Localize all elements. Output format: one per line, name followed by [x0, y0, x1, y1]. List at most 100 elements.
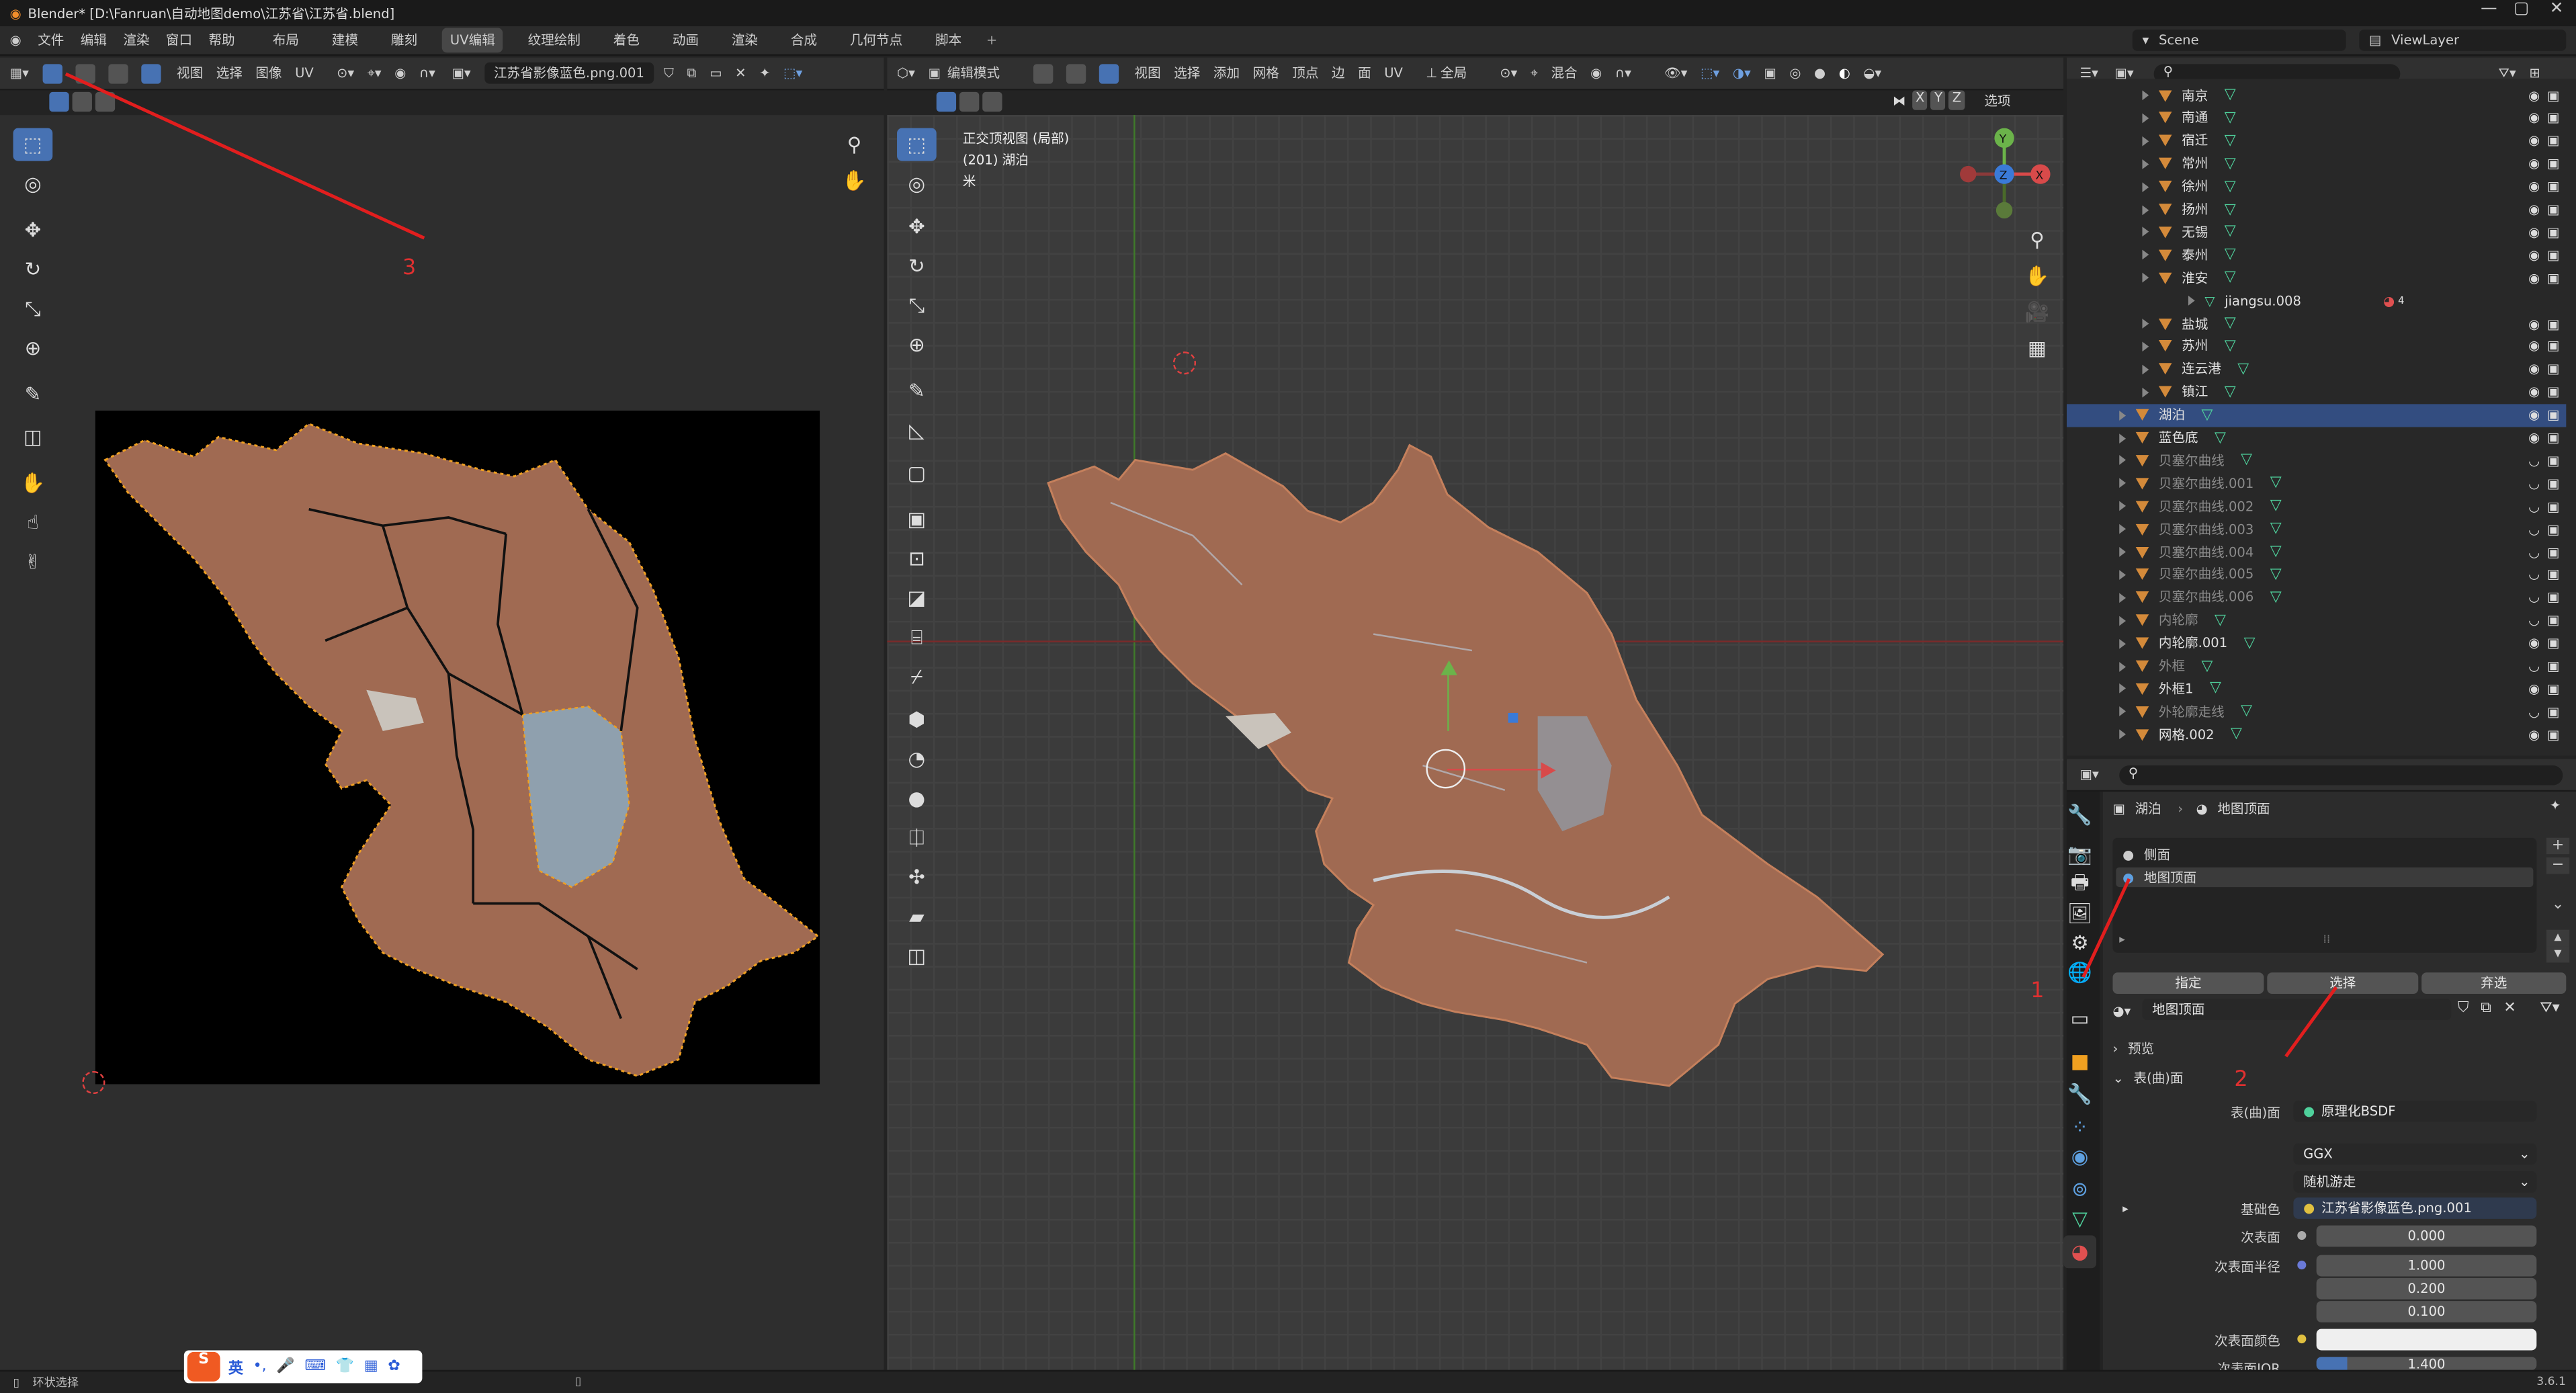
outliner-row[interactable]: 无锡 ▽ ◉ ▣ — [2067, 221, 2566, 244]
shrink-tool-icon[interactable]: ✣ — [897, 861, 937, 894]
ime-skin-icon[interactable]: 👕 — [336, 1359, 354, 1375]
mesh-data-icon[interactable]: ▽ — [2215, 429, 2226, 446]
visibility-eye-icon[interactable]: ◉ — [2528, 225, 2540, 240]
gizmo-center-icon[interactable] — [1426, 749, 1466, 789]
render-camera-icon[interactable]: ▣ — [2547, 613, 2559, 628]
mesh-data-icon[interactable]: ▽ — [2225, 384, 2236, 400]
expand-icon[interactable] — [2119, 501, 2127, 511]
outliner-row[interactable]: 网格.002 ▽ ◉ ▣ — [2067, 723, 2566, 746]
vp-menu-face[interactable]: 面 — [1358, 64, 1371, 82]
visibility-eye-icon[interactable]: ◡ — [2528, 613, 2540, 628]
render-camera-icon[interactable]: ▣ — [2547, 590, 2559, 605]
render-camera-icon[interactable]: ▣ — [2547, 544, 2559, 559]
expand-icon[interactable] — [2142, 250, 2149, 260]
fake-user-icon[interactable]: ⛉ — [664, 65, 674, 81]
base-color-field[interactable]: ● 江苏省影像蓝色.png.001 — [2293, 1197, 2537, 1219]
expand-icon[interactable] — [2119, 729, 2127, 740]
ime-settings-icon[interactable]: ✿ — [388, 1359, 400, 1375]
new-image-icon[interactable]: ⧉ — [687, 65, 697, 81]
render-camera-icon[interactable]: ▣ — [2547, 384, 2559, 399]
viewport-editor-type-icon[interactable]: ⬡▾ — [897, 66, 915, 81]
ime-apps-icon[interactable]: ▦ — [364, 1359, 378, 1375]
expand-icon[interactable] — [2142, 273, 2149, 283]
expand-icon[interactable] — [2119, 570, 2127, 580]
poly-build-tool-icon[interactable]: ⬢ — [897, 703, 937, 736]
visibility-eye-icon[interactable]: ◉ — [2528, 179, 2540, 194]
outliner-row[interactable]: 贝塞尔曲线.001 ▽ ◡ ▣ — [2067, 472, 2566, 495]
minimize-icon[interactable]: — — [2481, 0, 2497, 18]
render-camera-icon[interactable]: ▣ — [2547, 271, 2559, 286]
visibility-eye-icon[interactable]: ◉ — [2528, 157, 2540, 171]
rotate-tool-icon[interactable]: ↻ — [13, 253, 53, 286]
move-tool-icon[interactable]: ✥ — [13, 214, 53, 247]
blend-selector[interactable]: 混合 — [1551, 64, 1577, 82]
outliner-row[interactable]: 南通 ▽ ◉ ▣ — [2067, 107, 2566, 130]
tool-tab-icon[interactable]: 🔧 — [2063, 798, 2096, 831]
material-name-field[interactable]: 地图顶面 — [2142, 999, 2452, 1021]
blender-menu-icon[interactable]: ◉ — [10, 33, 22, 48]
distribution-dropdown[interactable]: GGX ⌄ — [2293, 1143, 2537, 1165]
vp-proportional-icon[interactable]: ◉ — [1590, 66, 1602, 81]
uv-menu-select[interactable]: 选择 — [216, 64, 243, 82]
data-tab-icon[interactable]: ▽ — [2063, 1202, 2096, 1235]
mesh-data-icon[interactable]: ▽ — [2225, 269, 2236, 286]
render-camera-icon[interactable]: ▣ — [2547, 225, 2559, 240]
vp-select-tool-icon[interactable]: ⬚ — [897, 128, 937, 161]
edge-slide-tool-icon[interactable]: ⎅ — [897, 821, 937, 854]
mesh-data-icon[interactable]: ▽ — [2244, 635, 2256, 651]
scale-tool-icon[interactable]: ⤡ — [13, 292, 53, 325]
visibility-eye-icon[interactable]: ◡ — [2528, 590, 2540, 605]
gizmo-z-icon[interactable] — [1508, 712, 1518, 723]
expand-icon[interactable] — [2119, 524, 2127, 534]
uv-editor-canvas[interactable]: ⬚ ◎ ✥ ↻ ⤡ ⊕ ✎ ◫ ✋ ☝ ✌ ⚲ ✋ — [0, 115, 884, 1370]
tab-scripting[interactable]: 脚本 — [927, 28, 970, 53]
mesh-data-icon[interactable]: ▽ — [2270, 498, 2282, 514]
expand-icon[interactable] — [2142, 204, 2149, 215]
visibility-eye-icon[interactable]: ◉ — [2528, 88, 2540, 103]
subsurface-radius-y[interactable]: 0.200 — [2316, 1277, 2537, 1300]
outliner-row[interactable]: 贝塞尔曲线.006 ▽ ◡ ▣ — [2067, 586, 2566, 609]
outliner-row[interactable]: 泰州 ▽ ◉ ▣ — [2067, 244, 2566, 267]
menu-window[interactable]: 窗口 — [166, 31, 192, 49]
render-camera-icon[interactable]: ▣ — [2547, 179, 2559, 194]
open-image-icon[interactable]: ▭ — [710, 66, 722, 81]
shear-tool-icon[interactable]: ▰ — [897, 900, 937, 933]
mesh-data-icon[interactable]: ▽ — [2215, 612, 2226, 628]
slot-menu-icon[interactable]: ⌄ — [2546, 897, 2569, 913]
visibility-eye-icon[interactable]: ◉ — [2528, 407, 2540, 422]
render-camera-icon[interactable]: ▣ — [2547, 567, 2559, 582]
vp-move-tool-icon[interactable]: ✥ — [897, 210, 937, 243]
visibility-eye-icon[interactable]: ◉ — [2528, 362, 2540, 377]
render-camera-icon[interactable]: ▣ — [2547, 430, 2559, 445]
select-tool-icon[interactable]: ⬚ — [13, 128, 53, 161]
outliner-row[interactable]: 盐城 ▽ ◉ ▣ — [2067, 312, 2566, 335]
mirror-x[interactable]: X — [1912, 90, 1928, 110]
tab-uv-editing[interactable]: UV编辑 — [441, 28, 503, 53]
slot-resize-handle[interactable]: ⁞⁞ — [2323, 933, 2330, 947]
mesh-data-icon[interactable]: ▽ — [2270, 521, 2282, 537]
uv-menu-view[interactable]: 视图 — [177, 64, 203, 82]
mesh-data-icon[interactable]: ▽ — [2210, 681, 2221, 697]
pin-icon[interactable]: ✦ — [759, 66, 770, 81]
vp-select-new-icon[interactable] — [936, 91, 957, 112]
render-camera-icon[interactable]: ▣ — [2547, 134, 2559, 149]
tab-texture-paint[interactable]: 纹理绘制 — [519, 28, 589, 53]
expand-icon[interactable] — [2142, 181, 2149, 192]
expand-icon[interactable] — [2142, 159, 2149, 169]
render-camera-icon[interactable]: ▣ — [2547, 407, 2559, 422]
outliner-row[interactable]: 外框 ▽ ◡ ▣ — [2067, 655, 2566, 677]
vp-rotate-tool-icon[interactable]: ↻ — [897, 250, 937, 283]
falloff-icon[interactable]: ∩▾ — [419, 66, 435, 81]
subsurface-ior-field[interactable]: 1.400 — [2316, 1357, 2537, 1370]
tab-geometry-nodes[interactable]: 几何节点 — [842, 28, 911, 53]
cursor-tool-icon[interactable]: ◎ — [13, 167, 53, 200]
vp-cursor-tool-icon[interactable]: ◎ — [897, 167, 937, 200]
mesh-data-icon[interactable]: ▽ — [2225, 87, 2236, 103]
render-camera-icon[interactable]: ▣ — [2547, 453, 2559, 468]
gizmo-icon[interactable]: ⬚▾ — [1701, 66, 1719, 81]
visibility-eye-icon[interactable]: ◉ — [2528, 384, 2540, 399]
shading-wire-icon[interactable]: ◎ — [1789, 66, 1801, 81]
outliner-row[interactable]: 内轮廓.001 ▽ ◉ ▣ — [2067, 632, 2566, 655]
vp-menu-uv[interactable]: UV — [1384, 66, 1403, 81]
edge-select-icon[interactable] — [108, 63, 128, 83]
